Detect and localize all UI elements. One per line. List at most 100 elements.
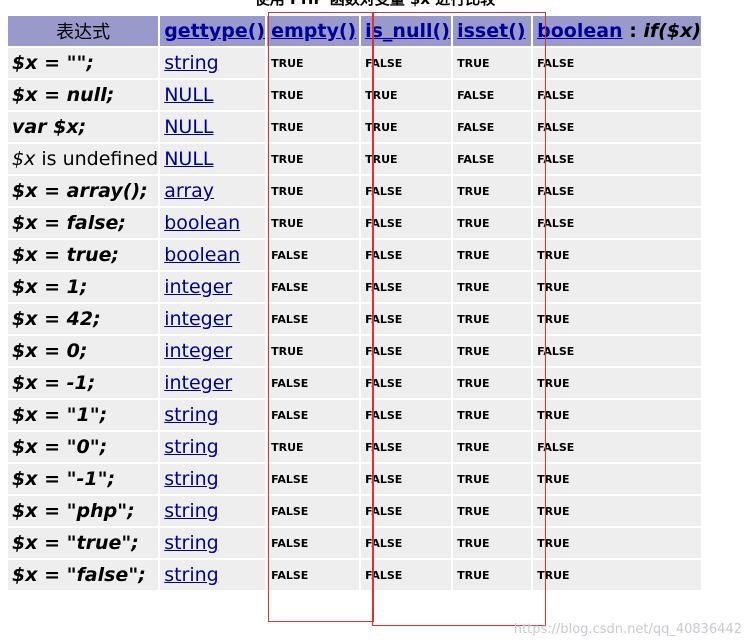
expression-cell: $x = "1"; <box>8 400 159 430</box>
table-row: $x is undefined NULL TRUE TRUE FALSE FAL… <box>8 144 702 174</box>
table-row: $x = "php"; string FALSE FALSE TRUE TRUE <box>8 496 702 526</box>
type-link[interactable]: integer <box>164 308 232 330</box>
expression-cell: $x = "-1"; <box>8 464 159 494</box>
isset-cell: TRUE <box>453 304 532 334</box>
type-link[interactable]: boolean <box>164 244 240 266</box>
empty-cell: FALSE <box>267 272 360 302</box>
expression-cell: $x = null; <box>8 80 159 110</box>
type-link[interactable]: NULL <box>164 148 213 170</box>
isset-cell: TRUE <box>453 496 532 526</box>
expression-cell: $x = "false"; <box>8 560 159 590</box>
php-comparison-table: 表达式 gettype() empty() is_null() isset() … <box>6 14 703 592</box>
empty-link[interactable]: empty() <box>271 20 356 42</box>
expression-cell: var $x; <box>8 112 159 142</box>
table-row: $x = 0; integer TRUE FALSE TRUE FALSE <box>8 336 702 366</box>
type-link[interactable]: string <box>164 564 219 586</box>
expression-variable: $x <box>12 148 36 170</box>
table-row: $x = 42; integer FALSE FALSE TRUE TRUE <box>8 304 702 334</box>
gettype-cell: string <box>160 48 266 78</box>
expression-cell: $x = "0"; <box>8 432 159 462</box>
gettype-cell: string <box>160 528 266 558</box>
gettype-link[interactable]: gettype() <box>164 20 265 42</box>
gettype-cell: string <box>160 464 266 494</box>
isset-cell: TRUE <box>453 176 532 206</box>
watermark: https://blog.csdn.net/qq_40836442 <box>513 622 742 637</box>
boolean-link[interactable]: boolean <box>537 20 622 42</box>
boolean-cell: FALSE <box>533 432 702 462</box>
table-row: $x = "-1"; string FALSE FALSE TRUE TRUE <box>8 464 702 494</box>
expression-cell: $x = false; <box>8 208 159 238</box>
expression-cell: $x is undefined <box>8 144 159 174</box>
type-link[interactable]: string <box>164 500 219 522</box>
type-link[interactable]: NULL <box>164 116 213 138</box>
type-link[interactable]: array <box>164 180 214 202</box>
boolean-cell: TRUE <box>533 560 702 590</box>
empty-cell: FALSE <box>267 464 360 494</box>
empty-cell: FALSE <box>267 528 360 558</box>
is-null-link[interactable]: is_null() <box>365 20 450 42</box>
gettype-cell: integer <box>160 336 266 366</box>
expression-cell: $x = array(); <box>8 176 159 206</box>
boolean-cell: FALSE <box>533 176 702 206</box>
gettype-cell: NULL <box>160 80 266 110</box>
type-link[interactable]: string <box>164 52 219 74</box>
header-row: 表达式 gettype() empty() is_null() isset() … <box>8 16 702 46</box>
expression-cell: $x = 42; <box>8 304 159 334</box>
boolean-cell: FALSE <box>533 208 702 238</box>
table-row: $x = "1"; string FALSE FALSE TRUE TRUE <box>8 400 702 430</box>
expression-text: is undefined <box>35 148 159 170</box>
boolean-cell: TRUE <box>533 272 702 302</box>
is-null-cell: FALSE <box>361 368 452 398</box>
table-row: $x = -1; integer FALSE FALSE TRUE TRUE <box>8 368 702 398</box>
expression-cell: $x = ""; <box>8 48 159 78</box>
gettype-cell: string <box>160 432 266 462</box>
boolean-cell: TRUE <box>533 304 702 334</box>
isset-cell: TRUE <box>453 368 532 398</box>
type-link[interactable]: integer <box>164 276 232 298</box>
expression-cell: $x = 0; <box>8 336 159 366</box>
type-link[interactable]: string <box>164 436 219 458</box>
empty-cell: TRUE <box>267 336 360 366</box>
isset-cell: TRUE <box>453 336 532 366</box>
isset-cell: TRUE <box>453 432 532 462</box>
boolean-if-expression: if($x) <box>643 20 702 42</box>
isset-cell: TRUE <box>453 208 532 238</box>
gettype-cell: boolean <box>160 240 266 270</box>
is-null-cell: TRUE <box>361 112 452 142</box>
gettype-cell: string <box>160 560 266 590</box>
gettype-cell: integer <box>160 272 266 302</box>
is-null-cell: FALSE <box>361 464 452 494</box>
gettype-cell: boolean <box>160 208 266 238</box>
boolean-cell: TRUE <box>533 528 702 558</box>
boolean-cell: FALSE <box>533 80 702 110</box>
type-link[interactable]: string <box>164 532 219 554</box>
is-null-cell: FALSE <box>361 304 452 334</box>
expression-cell: $x = true; <box>8 240 159 270</box>
empty-cell: TRUE <box>267 80 360 110</box>
empty-cell: FALSE <box>267 560 360 590</box>
boolean-cell: FALSE <box>533 48 702 78</box>
type-link[interactable]: string <box>164 404 219 426</box>
gettype-cell: string <box>160 496 266 526</box>
type-link[interactable]: NULL <box>164 84 213 106</box>
type-link[interactable]: integer <box>164 340 232 362</box>
table-row: $x = null; NULL TRUE TRUE FALSE FALSE <box>8 80 702 110</box>
is-null-cell: FALSE <box>361 432 452 462</box>
header-isset: isset() <box>453 16 532 46</box>
is-null-cell: FALSE <box>361 336 452 366</box>
header-is-null: is_null() <box>361 16 452 46</box>
type-link[interactable]: integer <box>164 372 232 394</box>
is-null-cell: FALSE <box>361 240 452 270</box>
type-link[interactable]: string <box>164 468 219 490</box>
table-row: $x = array(); array TRUE FALSE TRUE FALS… <box>8 176 702 206</box>
empty-cell: FALSE <box>267 240 360 270</box>
isset-cell: TRUE <box>453 560 532 590</box>
is-null-cell: FALSE <box>361 528 452 558</box>
type-link[interactable]: boolean <box>164 212 240 234</box>
boolean-colon: : <box>622 20 644 42</box>
gettype-cell: integer <box>160 304 266 334</box>
isset-link[interactable]: isset() <box>457 20 525 42</box>
boolean-cell: TRUE <box>533 496 702 526</box>
expression-cell: $x = -1; <box>8 368 159 398</box>
table-caption: 使用 PHP 函数对变量 $x 进行比较 <box>0 0 750 8</box>
